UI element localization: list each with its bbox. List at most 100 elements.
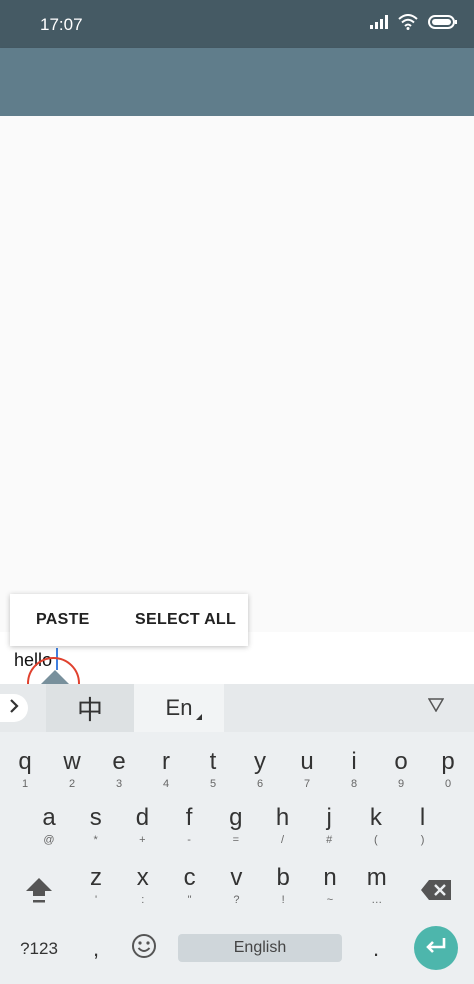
key-label: i bbox=[351, 748, 357, 775]
shift-key[interactable] bbox=[16, 872, 62, 912]
key-sublabel: 3 bbox=[115, 778, 123, 790]
context-menu: PASTE SELECT ALL bbox=[10, 594, 248, 646]
key-a[interactable]: a @ bbox=[26, 800, 72, 852]
key-x[interactable]: x: bbox=[120, 860, 166, 912]
lang-chinese-button[interactable]: 中 bbox=[46, 684, 134, 732]
key-z[interactable]: z ' bbox=[73, 860, 119, 912]
key-label: p bbox=[441, 748, 455, 775]
expand-toolbar-button[interactable] bbox=[0, 694, 28, 722]
key-sublabel: 2 bbox=[68, 778, 76, 790]
backspace-key[interactable] bbox=[416, 872, 456, 912]
key-sublabel: : bbox=[141, 894, 145, 906]
comma-key[interactable]: , bbox=[86, 934, 106, 964]
key-label: h bbox=[275, 804, 290, 831]
key-label: x bbox=[136, 864, 149, 891]
key-m[interactable]: m… bbox=[354, 860, 400, 912]
key-label: k bbox=[369, 804, 382, 831]
key-label: q bbox=[18, 748, 32, 775]
key-sublabel: … bbox=[371, 894, 383, 906]
key-u[interactable]: u7 bbox=[284, 744, 330, 796]
key-d[interactable]: d + bbox=[119, 800, 165, 852]
status-bar: 17:07 bbox=[0, 0, 474, 48]
key-sublabel: ' bbox=[94, 894, 98, 906]
key-label: u bbox=[300, 748, 314, 775]
key-l[interactable]: l) bbox=[400, 800, 446, 852]
enter-icon bbox=[424, 936, 448, 961]
triangle-down-icon bbox=[427, 698, 445, 716]
key-label: j bbox=[326, 804, 332, 831]
key-sublabel: 7 bbox=[303, 778, 311, 790]
key-sublabel: 1 bbox=[21, 778, 29, 790]
emoji-key[interactable] bbox=[128, 932, 160, 964]
key-label: g bbox=[229, 804, 243, 831]
key-v[interactable]: v? bbox=[213, 860, 259, 912]
key-label: w bbox=[63, 748, 81, 775]
emoji-icon bbox=[131, 933, 157, 964]
key-w[interactable]: w2 bbox=[49, 744, 95, 796]
key-sublabel: 4 bbox=[162, 778, 170, 790]
key-k[interactable]: k( bbox=[353, 800, 399, 852]
key-sublabel: ) bbox=[420, 834, 425, 846]
key-label: r bbox=[162, 748, 170, 775]
paste-button[interactable]: PASTE bbox=[36, 611, 90, 629]
key-s[interactable]: s * bbox=[73, 800, 119, 852]
shift-icon bbox=[24, 876, 54, 909]
key-q[interactable]: q1 bbox=[2, 744, 48, 796]
key-n[interactable]: n ~ bbox=[307, 860, 353, 912]
key-sublabel: = bbox=[232, 834, 240, 846]
lang-dropdown-indicator bbox=[196, 714, 202, 720]
key-f[interactable]: f- bbox=[166, 800, 212, 852]
key-sublabel: * bbox=[93, 834, 98, 846]
key-sublabel: 5 bbox=[209, 778, 217, 790]
app-bar bbox=[0, 48, 474, 116]
key-p[interactable]: p0 bbox=[425, 744, 471, 796]
key-label: z bbox=[90, 864, 102, 891]
key-t[interactable]: t5 bbox=[190, 744, 236, 796]
key-sublabel: 6 bbox=[256, 778, 264, 790]
key-sublabel: / bbox=[280, 834, 285, 846]
enter-key[interactable] bbox=[414, 926, 458, 970]
key-label: d bbox=[135, 804, 150, 831]
key-label: l bbox=[419, 804, 426, 831]
key-h[interactable]: h / bbox=[260, 800, 306, 852]
key-sublabel: + bbox=[139, 834, 146, 846]
keyboard-toolbar: 中 En bbox=[0, 684, 474, 732]
key-g[interactable]: g = bbox=[213, 800, 259, 852]
key-sublabel: ? bbox=[233, 894, 240, 906]
key-sublabel: # bbox=[326, 834, 333, 846]
key-label: m bbox=[366, 864, 387, 891]
key-label: v bbox=[230, 864, 243, 891]
symbols-key[interactable]: ?123 bbox=[14, 934, 64, 964]
chevron-right-icon bbox=[8, 698, 20, 718]
cursor-handle[interactable] bbox=[41, 670, 69, 684]
key-label: e bbox=[112, 748, 126, 775]
key-sublabel: - bbox=[187, 834, 191, 846]
key-e[interactable]: e3 bbox=[96, 744, 142, 796]
key-sublabel: 0 bbox=[444, 778, 452, 790]
content-area bbox=[0, 116, 474, 632]
key-o[interactable]: o9 bbox=[378, 744, 424, 796]
signal-icon bbox=[370, 15, 388, 34]
select-all-button[interactable]: SELECT ALL bbox=[135, 611, 236, 629]
period-key[interactable]: . bbox=[364, 934, 388, 964]
hide-keyboard-button[interactable] bbox=[427, 698, 445, 717]
key-i[interactable]: i8 bbox=[331, 744, 377, 796]
key-sublabel: @ bbox=[43, 834, 55, 846]
key-label: b bbox=[276, 864, 290, 891]
key-label: y bbox=[254, 748, 266, 775]
key-j[interactable]: j # bbox=[306, 800, 352, 852]
key-sublabel: ! bbox=[281, 894, 285, 906]
space-key[interactable]: English bbox=[178, 934, 342, 962]
lang-english-button[interactable]: En bbox=[134, 684, 224, 732]
key-r[interactable]: r4 bbox=[143, 744, 189, 796]
key-c[interactable]: c " bbox=[167, 860, 213, 912]
key-y[interactable]: y6 bbox=[237, 744, 283, 796]
keyboard: 中 En q1w2e3r4t5y6u7i8o9p0 a @ s * d + f - g = h / j #… bbox=[0, 684, 474, 984]
status-icons bbox=[370, 14, 458, 35]
status-time: 17:07 bbox=[40, 15, 83, 34]
key-label: a bbox=[42, 804, 56, 831]
key-label: o bbox=[394, 748, 408, 775]
wifi-icon bbox=[398, 14, 418, 35]
key-sublabel: " bbox=[187, 894, 192, 906]
key-b[interactable]: b! bbox=[260, 860, 306, 912]
